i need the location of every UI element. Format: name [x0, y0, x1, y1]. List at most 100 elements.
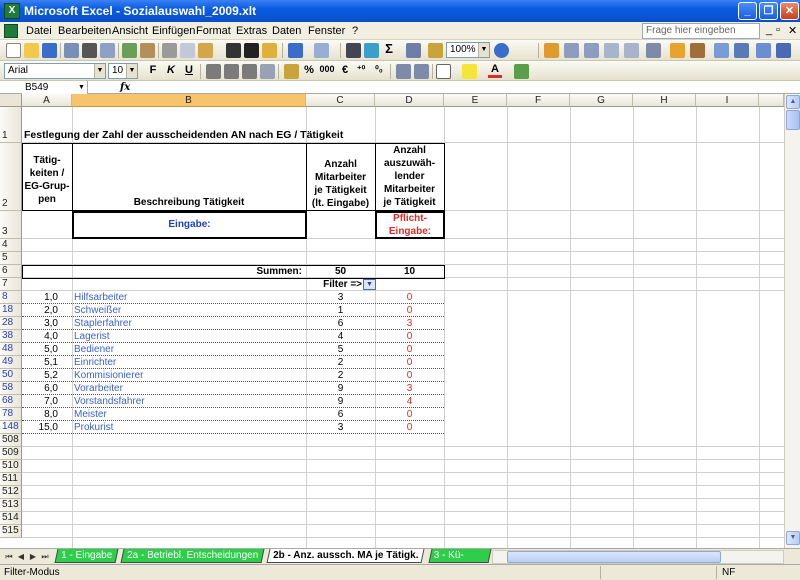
font-size-select[interactable]: 10 ▼: [108, 63, 138, 79]
increase-indent-icon[interactable]: [414, 64, 429, 79]
spreadsheet-grid[interactable]: A B C D E F G H I 1 2 3 4 5 6 7 Festlegu…: [0, 94, 784, 548]
format-painter-icon[interactable]: [262, 43, 277, 58]
help-icon[interactable]: [494, 43, 509, 58]
print-icon[interactable]: [82, 43, 97, 58]
job-description-cell[interactable]: Meister: [74, 409, 107, 421]
first-sheet-icon[interactable]: ⏮: [4, 552, 14, 562]
hyperlink-icon[interactable]: [346, 43, 361, 58]
employee-count-cell[interactable]: 9: [306, 383, 375, 395]
row-header[interactable]: 49: [0, 356, 22, 369]
job-description-cell[interactable]: Prokurist: [74, 422, 113, 434]
fill-color-icon[interactable]: [462, 64, 477, 79]
sheet-tab-3[interactable]: 3 - Kü-Zugar: [428, 549, 492, 563]
selection-count-cell[interactable]: 3: [375, 383, 444, 395]
row-header[interactable]: 148: [0, 421, 22, 434]
eg-group-cell[interactable]: 5,2: [22, 370, 58, 382]
close-button[interactable]: ✕: [780, 2, 799, 20]
font-color-icon[interactable]: A: [488, 64, 502, 78]
minimize-button[interactable]: _: [738, 2, 757, 20]
menu-daten[interactable]: Daten: [272, 25, 301, 37]
eg-group-cell[interactable]: 7,0: [22, 396, 58, 408]
table-icon[interactable]: [226, 43, 241, 58]
doc-close-button[interactable]: ✕: [788, 24, 797, 37]
employee-count-cell[interactable]: 6: [306, 318, 375, 330]
options-icon[interactable]: [776, 43, 791, 58]
percent-button[interactable]: %: [302, 64, 316, 76]
selection-count-cell[interactable]: 3: [375, 318, 444, 330]
chart-icon[interactable]: [428, 43, 443, 58]
cut-icon[interactable]: [162, 43, 177, 58]
trace-dependents-icon[interactable]: [624, 43, 639, 58]
comment-icon[interactable]: [690, 43, 705, 58]
selection-count-cell[interactable]: 0: [375, 292, 444, 304]
column-header-f[interactable]: F: [507, 94, 570, 107]
eg-group-cell[interactable]: 5,0: [22, 344, 58, 356]
evaluate-formula-icon[interactable]: [756, 43, 771, 58]
column-header-a[interactable]: A: [22, 94, 72, 107]
row-header[interactable]: 68: [0, 395, 22, 408]
column-header-e[interactable]: E: [444, 94, 507, 107]
currency-icon[interactable]: [284, 64, 299, 79]
font-name-select[interactable]: Arial ▼: [4, 63, 106, 79]
menu-format[interactable]: Format: [196, 25, 231, 37]
autosum-icon[interactable]: Σ: [382, 41, 396, 56]
column-header-g[interactable]: G: [570, 94, 633, 107]
excel-app-icon[interactable]: X: [4, 3, 20, 19]
row-header[interactable]: 509: [0, 447, 22, 460]
row-header[interactable]: 38: [0, 330, 22, 343]
autofilter-dropdown[interactable]: ▼: [363, 279, 376, 290]
job-description-cell[interactable]: Schweißer: [74, 305, 121, 317]
column-header-i[interactable]: I: [696, 94, 759, 107]
sheet-tab-1[interactable]: 1 - Eingabe: [54, 549, 119, 563]
eg-group-cell[interactable]: 1,0: [22, 292, 58, 304]
employee-count-cell[interactable]: 6: [306, 409, 375, 421]
column-header-j[interactable]: [759, 94, 784, 107]
hscroll-thumb[interactable]: [507, 551, 721, 563]
row-header-3[interactable]: 3: [0, 211, 22, 239]
indent-icon[interactable]: [564, 43, 579, 58]
row-header-5[interactable]: 5: [0, 252, 22, 265]
thousands-button[interactable]: 000: [318, 64, 336, 74]
eg-group-cell[interactable]: 5,1: [22, 357, 58, 369]
column-header-b[interactable]: B: [72, 94, 306, 107]
job-description-cell[interactable]: Vorarbeiter: [74, 383, 123, 395]
print-preview-icon[interactable]: [100, 43, 115, 58]
outdent-icon[interactable]: [584, 43, 599, 58]
menu-extras[interactable]: Extras: [236, 25, 267, 37]
row-header[interactable]: 50: [0, 369, 22, 382]
selection-count-cell[interactable]: 0: [375, 409, 444, 421]
select-all-corner[interactable]: [0, 94, 22, 107]
column-header-d[interactable]: D: [375, 94, 444, 107]
row-header-2[interactable]: 2: [0, 143, 22, 211]
employee-count-cell[interactable]: 3: [306, 292, 375, 304]
job-description-cell[interactable]: Kommisionierer: [74, 370, 143, 382]
selection-count-cell[interactable]: 0: [375, 357, 444, 369]
job-description-cell[interactable]: Staplerfahrer: [74, 318, 132, 330]
last-sheet-icon[interactable]: ⏭: [40, 552, 50, 562]
row-header[interactable]: 514: [0, 512, 22, 525]
doc-restore-button[interactable]: ▫: [776, 24, 780, 36]
sheet-tab-2a[interactable]: 2a - Betriebl. Entscheidungen: [120, 549, 265, 563]
doc-minimize-button[interactable]: _: [766, 24, 772, 36]
euro-button[interactable]: €: [338, 64, 352, 76]
zoom-select[interactable]: 100% ▼: [446, 42, 490, 58]
selection-count-cell[interactable]: 0: [375, 331, 444, 343]
vertical-scrollbar[interactable]: ▲ ▼: [784, 94, 800, 548]
help-search-input[interactable]: Frage hier eingeben: [642, 23, 760, 39]
align-right-icon[interactable]: [242, 64, 257, 79]
job-description-cell[interactable]: Hilfsarbeiter: [74, 292, 127, 304]
eg-group-cell[interactable]: 4,0: [22, 331, 58, 343]
row-header-7[interactable]: 7: [0, 278, 22, 291]
selection-count-cell[interactable]: 0: [375, 344, 444, 356]
undo-icon[interactable]: [288, 43, 303, 58]
employee-count-cell[interactable]: 5: [306, 344, 375, 356]
circle-invalid-icon[interactable]: [714, 43, 729, 58]
remove-arrows-icon[interactable]: [646, 43, 661, 58]
research-icon[interactable]: [140, 43, 155, 58]
save-icon[interactable]: [42, 43, 57, 58]
underline-button[interactable]: U: [182, 64, 196, 76]
menu-einfuegen[interactable]: Einfügen: [152, 25, 195, 37]
bold-button[interactable]: F: [146, 64, 160, 76]
row-header[interactable]: 515: [0, 525, 22, 538]
row-header[interactable]: 28: [0, 317, 22, 330]
